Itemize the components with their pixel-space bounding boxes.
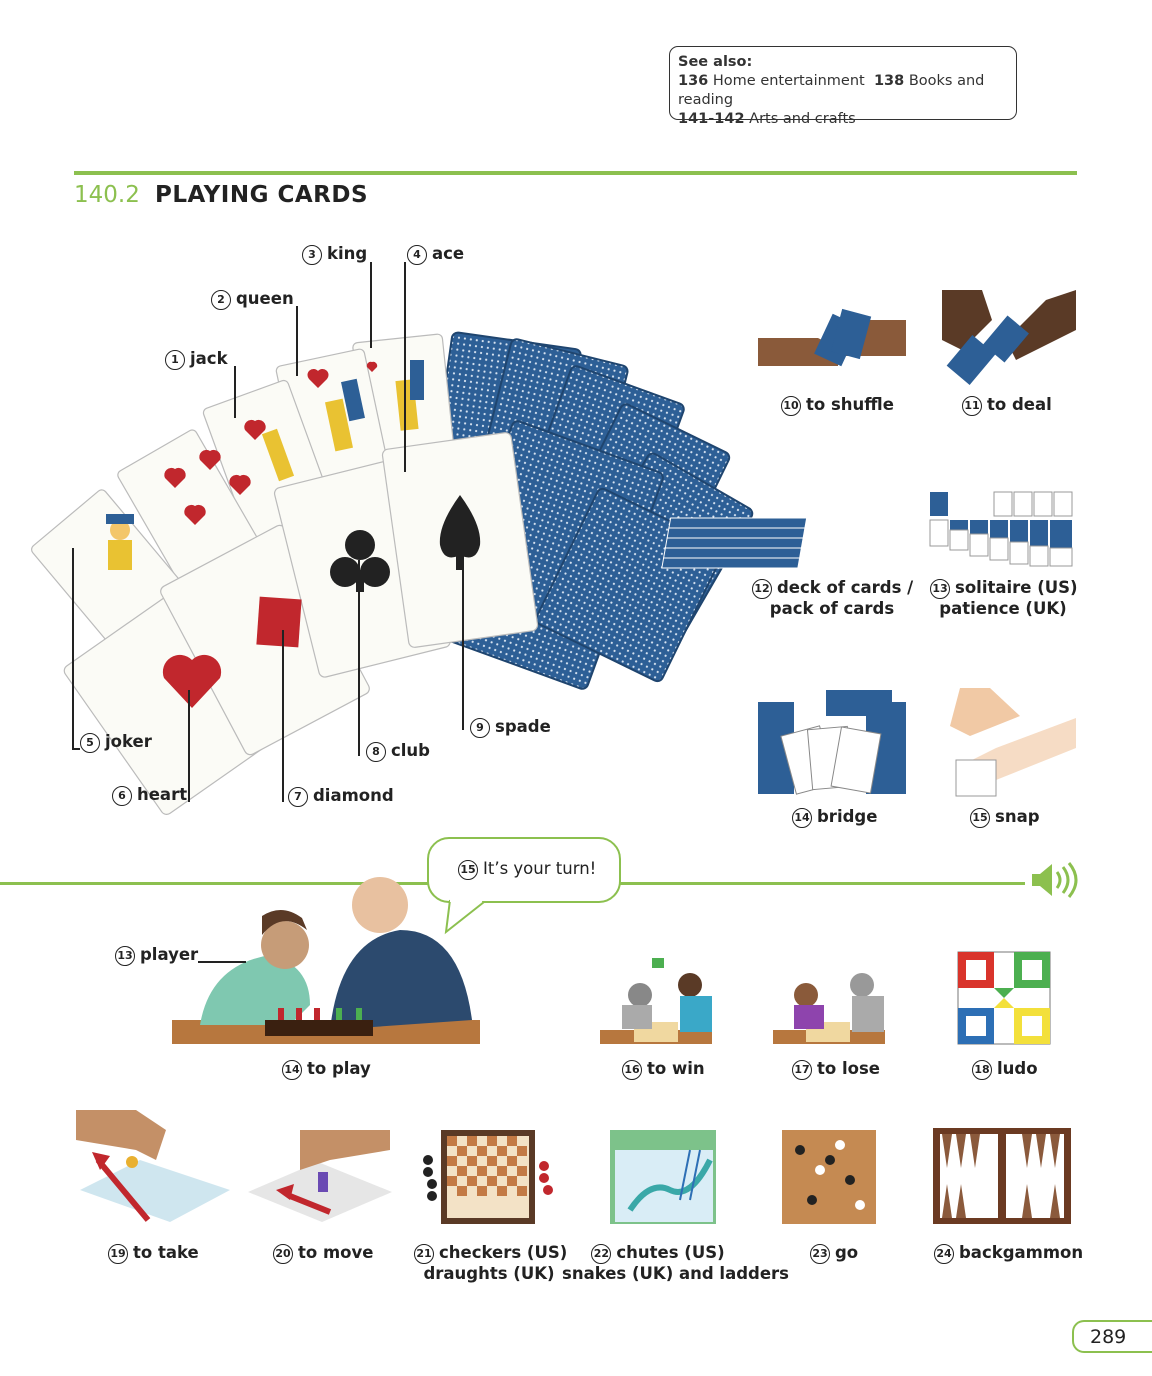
label-ludo: 18 ludo [972, 1059, 1038, 1080]
page-number-text: 289 [1090, 1326, 1127, 1348]
label-text: draughts (UK) [423, 1264, 555, 1283]
label-text: player [140, 945, 199, 964]
number-badge: 21 [414, 1244, 434, 1264]
label-to-play: 14 to play [282, 1059, 371, 1080]
label-text: chutes (US) [616, 1243, 725, 1262]
number-badge: 23 [810, 1244, 830, 1264]
number-badge: 19 [108, 1244, 128, 1264]
lose-illustration [773, 973, 885, 1044]
number-badge: 20 [273, 1244, 293, 1264]
take-illustration [76, 1110, 230, 1222]
label-text: to move [298, 1243, 374, 1262]
move-illustration [248, 1130, 392, 1222]
number-badge: 22 [591, 1244, 612, 1264]
label-to-win: 16 to win [622, 1059, 705, 1080]
label-text: checkers (US) [439, 1243, 568, 1262]
label-text: to win [647, 1059, 705, 1078]
number-badge: 13 [115, 946, 135, 966]
label-checkers: 21 checkers (US) draughts (UK) [414, 1243, 568, 1283]
number-badge: 17 [792, 1060, 812, 1080]
number-badge: 24 [934, 1244, 954, 1264]
label-text: backgammon [959, 1243, 1084, 1262]
backgammon-board [933, 1128, 1071, 1224]
win-illustration [600, 958, 712, 1044]
number-badge: 16 [622, 1060, 642, 1080]
label-to-move: 20 to move [273, 1243, 373, 1264]
label-text: snakes (UK) and ladders [562, 1264, 789, 1283]
label-text: to take [133, 1243, 199, 1262]
games-illustrations [76, 877, 1071, 1224]
player-leader [198, 961, 246, 963]
number-badge: 18 [972, 1060, 992, 1080]
go-board [782, 1130, 876, 1224]
label-to-lose: 17 to lose [792, 1059, 880, 1080]
label-text: to lose [817, 1059, 880, 1078]
label-chutes-ladders: 22 chutes (US) snakes (UK) and ladders [562, 1243, 789, 1283]
page-number: 289 [1072, 1320, 1152, 1353]
label-text: go [835, 1243, 859, 1262]
number-badge: 14 [282, 1060, 302, 1080]
label-player: 13 player [115, 945, 198, 966]
label-to-take: 19 to take [108, 1243, 199, 1264]
label-text: ludo [997, 1059, 1038, 1078]
checkers-board [423, 1130, 553, 1224]
ludo-board [957, 951, 1051, 1045]
snakes-ladders-board [610, 1130, 716, 1224]
label-go: 23 go [810, 1243, 858, 1264]
label-backgammon: 24 backgammon [934, 1243, 1083, 1264]
label-text: to play [307, 1059, 371, 1078]
